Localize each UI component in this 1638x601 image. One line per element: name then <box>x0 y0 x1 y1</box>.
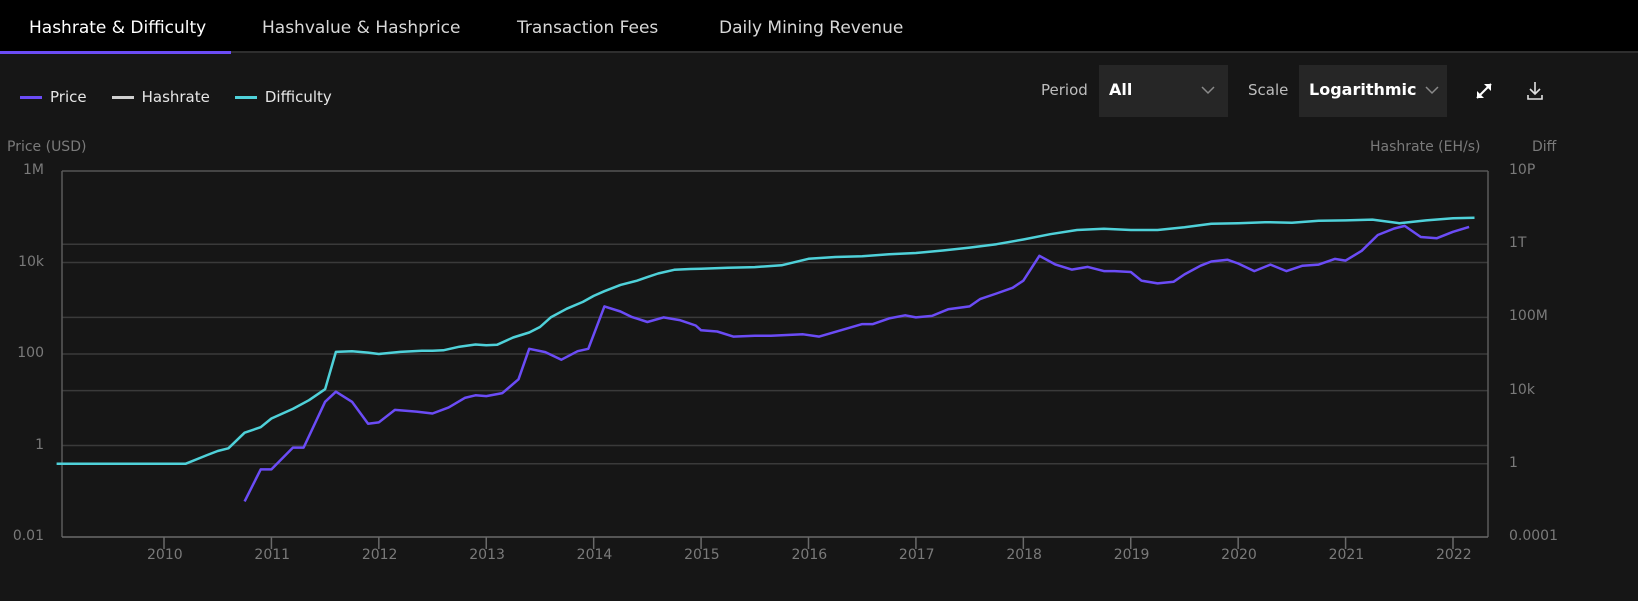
series-line-price <box>243 224 1470 502</box>
series-line-difficulty <box>56 216 1475 466</box>
chart-plot <box>56 170 1489 549</box>
